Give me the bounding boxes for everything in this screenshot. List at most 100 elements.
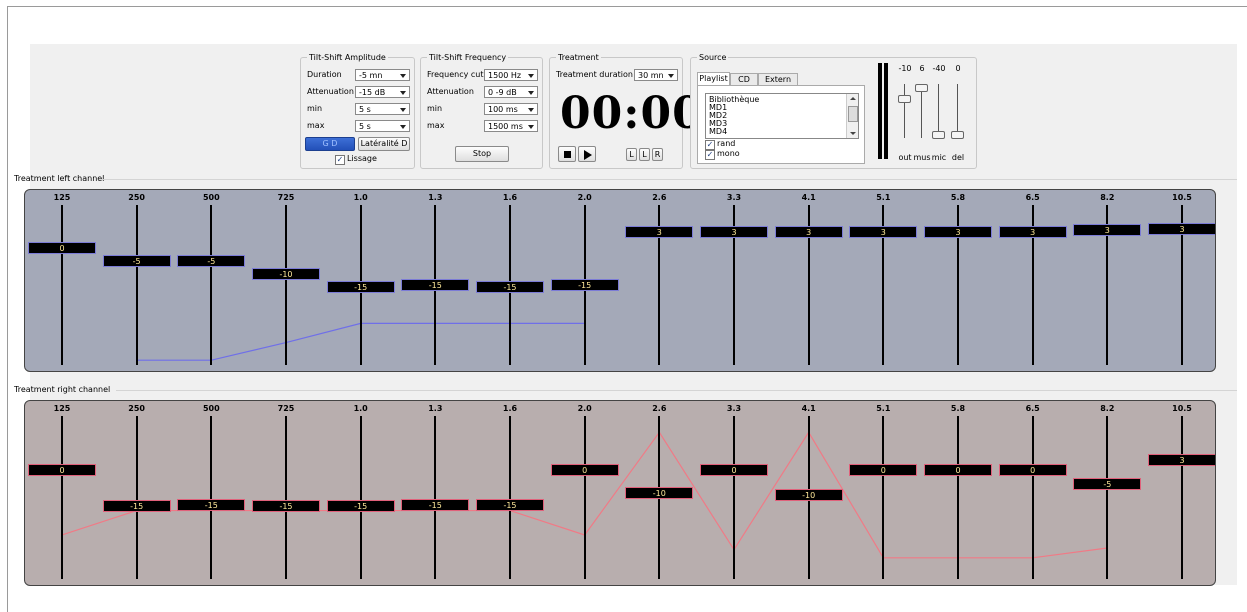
band-gain-handle[interactable]: -5: [102, 255, 171, 268]
band-slider-track[interactable]: [1106, 416, 1109, 579]
band-gain-handle[interactable]: -10: [774, 489, 843, 502]
frequency-max-label: max: [427, 121, 445, 130]
source-title: Source: [697, 53, 729, 62]
response-curve: [136, 322, 585, 361]
band-gain-handle[interactable]: -15: [550, 278, 619, 291]
band-gain-handle[interactable]: 0: [28, 463, 96, 476]
band-slider-track[interactable]: [882, 416, 885, 579]
band-slider-track[interactable]: [210, 205, 213, 365]
frequency-attenuation-select[interactable]: 0 -9 dB: [484, 86, 538, 98]
mixer-slider-track[interactable]: [938, 84, 939, 138]
mixer-slider-track[interactable]: [921, 84, 922, 138]
band-gain-handle[interactable]: 0: [28, 242, 96, 255]
band-frequency-label: 1.6: [502, 193, 518, 202]
lissage-checkbox[interactable]: ✓ Lissage: [335, 154, 377, 165]
main-content: Tilt-Shift Amplitude Duration -5 mn Atte…: [14, 44, 1237, 586]
tab-playlist[interactable]: Playlist: [697, 72, 730, 85]
r-button[interactable]: R: [652, 148, 663, 161]
band-gain-handle[interactable]: -5: [1073, 478, 1142, 491]
band-gain-handle[interactable]: -10: [625, 487, 694, 500]
frequency-max-select[interactable]: 1500 ms: [484, 120, 538, 132]
band-gain-handle[interactable]: -15: [252, 500, 320, 513]
band-gain-handle[interactable]: 3: [774, 226, 843, 239]
stop-playback-button[interactable]: [558, 146, 576, 162]
list-item[interactable]: Bibliothèque: [706, 96, 858, 104]
mono-checkbox[interactable]: ✓ mono: [705, 149, 740, 160]
scroll-down-icon[interactable]: [850, 132, 856, 135]
mixer-slider-knob[interactable]: [932, 130, 945, 139]
band-slider-track[interactable]: [733, 416, 735, 579]
treatment-duration-select[interactable]: 30 mn: [634, 69, 678, 81]
band-frequency-label: 125: [53, 404, 71, 413]
band-slider-track[interactable]: [61, 205, 63, 365]
band-slider-track[interactable]: [957, 416, 959, 579]
tab-extern[interactable]: Extern: [758, 73, 798, 85]
band-gain-handle[interactable]: -15: [401, 498, 470, 511]
gd-button[interactable]: G D: [305, 137, 355, 151]
band-gain-handle[interactable]: -15: [401, 278, 470, 291]
band-gain-handle[interactable]: 0: [550, 463, 619, 476]
mixer-slider-track[interactable]: [957, 84, 958, 138]
playlist-listbox[interactable]: Bibliothèque MD1 MD2 MD3 MD4: [705, 93, 859, 139]
band-gain-handle[interactable]: -15: [476, 280, 544, 293]
band-slider-track[interactable]: [210, 416, 213, 579]
band-gain-handle[interactable]: 0: [998, 463, 1067, 476]
frequency-min-select[interactable]: 100 ms: [484, 103, 538, 115]
band-frequency-label: 725: [277, 193, 295, 202]
band-gain-handle[interactable]: 3: [1073, 224, 1142, 237]
band-gain-handle[interactable]: 3: [924, 226, 992, 239]
scroll-up-icon[interactable]: [850, 97, 856, 100]
band-gain-handle[interactable]: 3: [1148, 454, 1215, 467]
treatment-timer: 00:00: [560, 88, 704, 139]
mixer-slider-knob[interactable]: [951, 130, 964, 139]
scroll-thumb[interactable]: [848, 106, 858, 122]
band-slider-track[interactable]: [583, 416, 586, 579]
band-gain-handle[interactable]: -15: [476, 498, 544, 511]
band-gain-handle[interactable]: -5: [177, 255, 246, 268]
lateralite-button[interactable]: Latéralité D: [358, 137, 410, 151]
band-gain-handle[interactable]: -15: [102, 500, 171, 513]
amplitude-max-select[interactable]: 5 s: [355, 120, 410, 132]
band-slider-track[interactable]: [285, 416, 287, 579]
band-gain-handle[interactable]: 3: [998, 226, 1067, 239]
band-gain-handle[interactable]: -15: [326, 280, 395, 293]
l-button-2[interactable]: L: [639, 148, 650, 161]
list-item[interactable]: MD1: [706, 104, 858, 112]
band-gain-handle[interactable]: 3: [700, 226, 768, 239]
band-frequency-label: 3.3: [726, 193, 742, 202]
band-gain-handle[interactable]: -10: [252, 267, 320, 280]
band-gain-handle[interactable]: 3: [1148, 222, 1215, 235]
band-slider-track[interactable]: [61, 416, 63, 579]
band-gain-handle[interactable]: 3: [625, 226, 694, 239]
list-item[interactable]: MD2: [706, 112, 858, 120]
list-item[interactable]: MD4: [706, 128, 858, 136]
amplitude-min-select[interactable]: 5 s: [355, 103, 410, 115]
mixer-slider-track[interactable]: [904, 84, 905, 138]
duration-select[interactable]: -5 mn: [355, 69, 410, 81]
band-slider-track[interactable]: [359, 416, 362, 579]
band-slider-track[interactable]: [1031, 416, 1034, 579]
stop-button[interactable]: Stop: [455, 146, 509, 162]
band-gain-handle[interactable]: 0: [700, 463, 768, 476]
band-gain-handle[interactable]: -15: [326, 500, 395, 513]
band-slider-track[interactable]: [434, 416, 437, 579]
listbox-scrollbar[interactable]: [846, 94, 858, 138]
list-item[interactable]: MD3: [706, 120, 858, 128]
band-slider-track[interactable]: [135, 416, 138, 579]
band-slider-track[interactable]: [509, 416, 511, 579]
band-gain-handle[interactable]: 3: [849, 226, 918, 239]
band-frequency-label: 1.0: [353, 404, 368, 413]
band-gain-handle[interactable]: -15: [177, 498, 246, 511]
mixer-slider-knob[interactable]: [898, 94, 911, 103]
l-button-1[interactable]: L: [626, 148, 637, 161]
band-gain-handle[interactable]: 0: [849, 463, 918, 476]
play-button[interactable]: [578, 146, 596, 162]
tab-cd[interactable]: CD: [730, 73, 758, 85]
band-slider-track[interactable]: [135, 205, 138, 365]
band-slider-track[interactable]: [1181, 416, 1183, 579]
mixer-slider-knob[interactable]: [915, 83, 928, 92]
frequency-cut-select[interactable]: 1500 Hz: [484, 69, 538, 81]
band-gain-handle[interactable]: 0: [924, 463, 992, 476]
amplitude-attenuation-select[interactable]: -15 dB: [355, 86, 410, 98]
band-slider-track[interactable]: [285, 205, 287, 365]
